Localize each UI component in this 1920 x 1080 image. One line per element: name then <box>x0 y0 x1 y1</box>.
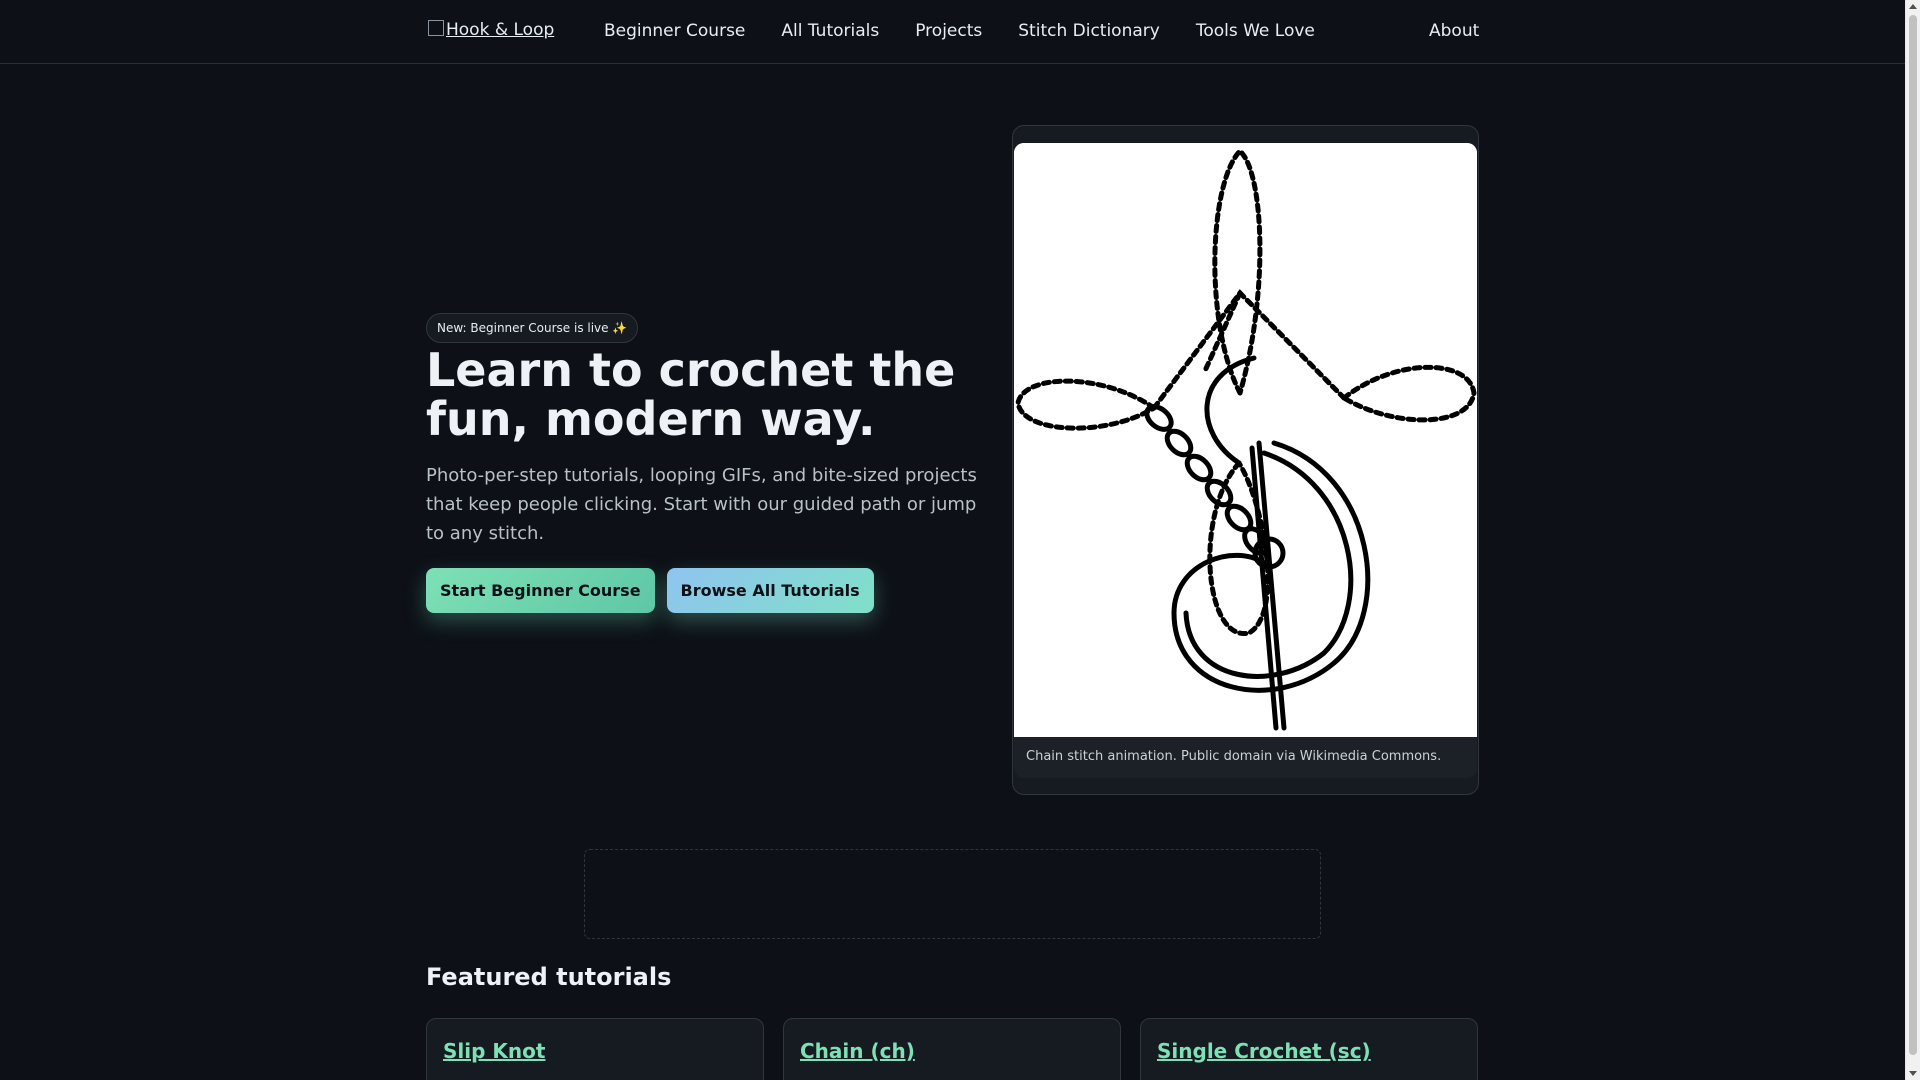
main-nav: Beginner Course All Tutorials Projects S… <box>604 21 1351 41</box>
hero-media-card: Chain stitch animation. Public domain vi… <box>1012 125 1479 795</box>
broken-image-icon <box>428 20 444 36</box>
nav-link-beginner-course[interactable]: Beginner Course <box>604 21 745 41</box>
nav-link-about[interactable]: About <box>1429 21 1479 41</box>
page-scrollbar[interactable] <box>1905 0 1920 1080</box>
featured-tutorials-heading: Featured tutorials <box>426 963 672 991</box>
scroll-up-arrow-icon[interactable] <box>1909 4 1917 9</box>
hero-image-caption: Chain stitch animation. Public domain vi… <box>1026 749 1442 764</box>
scrollbar-thumb[interactable] <box>1909 15 1917 1055</box>
hero-figure: Chain stitch animation. Public domain vi… <box>1014 143 1477 778</box>
hero-intro: New: Beginner Course is live ✨ Learn to … <box>426 313 986 613</box>
ad-placeholder <box>584 849 1321 939</box>
top-navigation-bar: Hook & Loop Beginner Course All Tutorial… <box>0 0 1905 64</box>
hero-title: Learn to crochet the fun, modern way. <box>426 343 956 446</box>
tutorial-card: Single Crochet (sc) <box>1140 1018 1478 1080</box>
nav-link-stitch-dictionary[interactable]: Stitch Dictionary <box>1018 21 1160 41</box>
featured-tutorials-list: Slip Knot Chain (ch) Single Crochet (sc) <box>426 1018 1478 1080</box>
scroll-down-arrow-icon[interactable] <box>1909 1071 1917 1076</box>
hero-subtitle: Photo-per-step tutorials, looping GIFs, … <box>426 465 977 544</box>
nav-link-tools-we-love[interactable]: Tools We Love <box>1196 21 1315 41</box>
logo-alt-text: Hook & Loop <box>446 20 555 40</box>
tutorial-link-single-crochet[interactable]: Single Crochet (sc) <box>1157 1039 1371 1063</box>
chain-stitch-animation-image <box>1014 143 1477 737</box>
nav-link-projects[interactable]: Projects <box>915 21 982 41</box>
tutorial-link-slip-knot[interactable]: Slip Knot <box>443 1039 545 1063</box>
nav-link-all-tutorials[interactable]: All Tutorials <box>781 21 879 41</box>
announcement-badge[interactable]: New: Beginner Course is live ✨ <box>426 313 639 343</box>
tutorial-link-chain[interactable]: Chain (ch) <box>800 1039 915 1063</box>
start-beginner-course-button[interactable]: Start Beginner Course <box>426 568 655 613</box>
tutorial-card: Slip Knot <box>426 1018 764 1080</box>
hero-cta-row: Start Beginner Course Browse All Tutoria… <box>426 568 986 613</box>
site-logo-link[interactable]: Hook & Loop <box>428 20 554 40</box>
browse-all-tutorials-button[interactable]: Browse All Tutorials <box>666 568 874 613</box>
tutorial-card: Chain (ch) <box>783 1018 1121 1080</box>
